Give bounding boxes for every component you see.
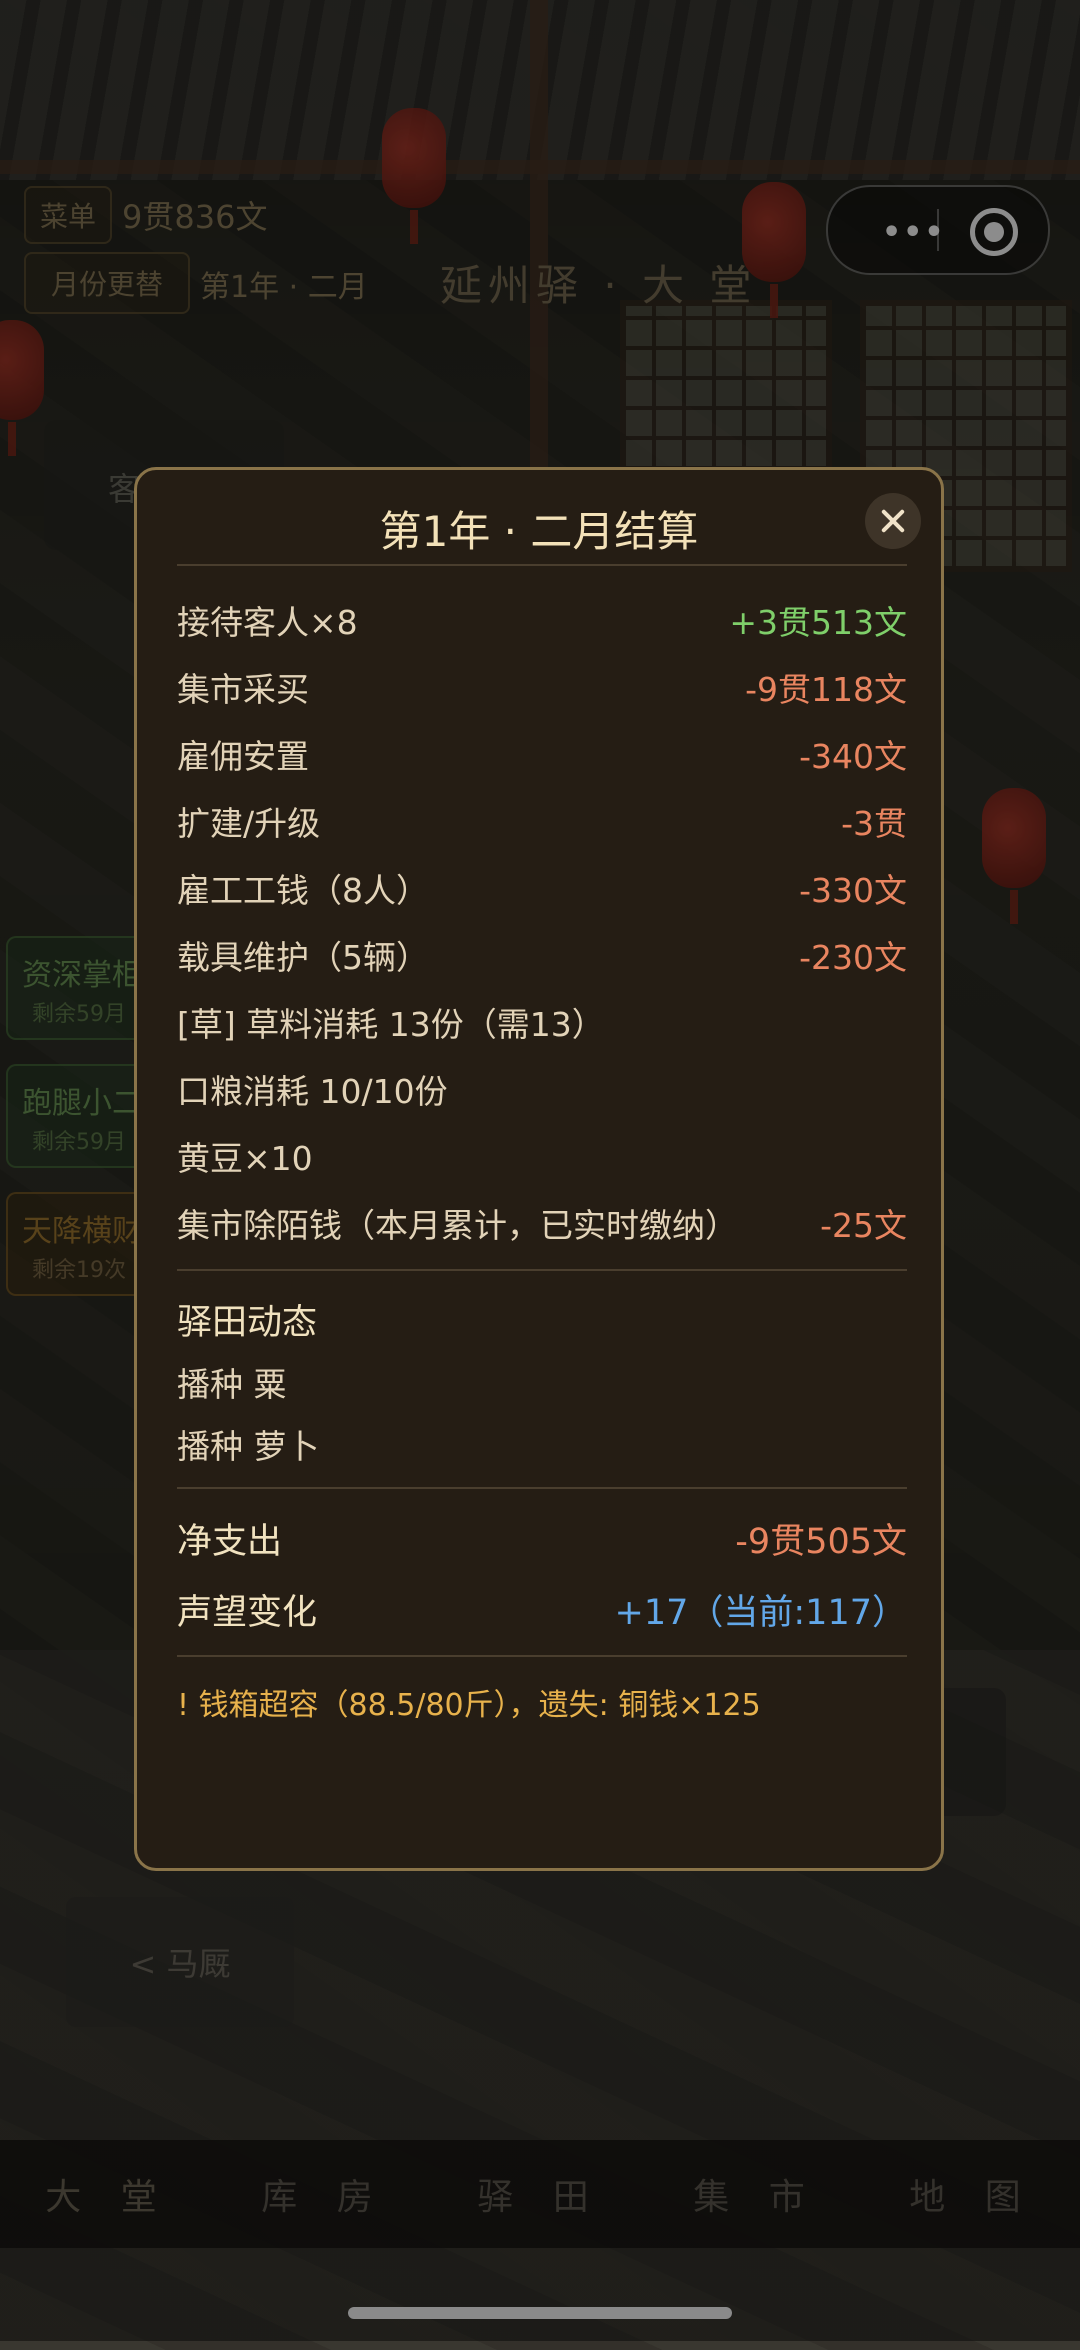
line-label: 集市除陌钱（本月累计，已实时缴纳）	[177, 1206, 738, 1245]
section-divider	[177, 1487, 907, 1489]
settlement-line: 扩建/升级 -3贯	[177, 797, 907, 847]
line-value: -25文	[820, 1206, 907, 1245]
settlement-line: 雇工工钱（8人） -330文	[177, 864, 907, 914]
close-icon[interactable]	[865, 493, 921, 549]
net-expense-row: 净支出 -9贯505文	[177, 1513, 907, 1563]
cashbox-warning: ! 钱箱超容（88.5/80斤），遗失: 铜钱×125	[177, 1688, 761, 1723]
line-label: 扩建/升级	[177, 804, 321, 843]
line-value: +3贯513文	[729, 603, 907, 642]
farm-line: 播种 萝卜	[177, 1420, 907, 1470]
home-indicator	[348, 2307, 732, 2319]
warning-divider	[177, 1655, 907, 1657]
reputation-row: 声望变化 +17（当前:117）	[177, 1584, 907, 1634]
farm-line-label: 播种 萝卜	[177, 1427, 320, 1466]
reputation-label: 声望变化	[177, 1593, 318, 1633]
line-label: 接待客人×8	[177, 603, 358, 642]
farm-line-label: 播种 粟	[177, 1365, 287, 1404]
line-label: [草] 草料消耗 13份（需13）	[177, 1005, 605, 1044]
line-label: 口粮消耗 10/10份	[177, 1072, 448, 1111]
line-value: -230文	[799, 938, 907, 977]
settlement-line: 口粮消耗 10/10份	[177, 1065, 907, 1115]
line-label: 雇工工钱（8人）	[177, 871, 429, 910]
title-divider	[177, 564, 907, 566]
settlement-line: 接待客人×8 +3贯513文	[177, 596, 907, 646]
settlement-line: 集市采买 -9贯118文	[177, 663, 907, 713]
net-expense-label: 净支出	[177, 1522, 283, 1562]
dialog-title: 第1年 · 二月结算	[379, 507, 699, 556]
net-expense-value: -9贯505文	[735, 1522, 907, 1562]
line-label: 集市采买	[177, 670, 309, 709]
settlement-dialog: 第1年 · 二月结算 接待客人×8 +3贯513文 集市采买 -9贯118文 雇…	[134, 467, 944, 1871]
settlement-line: [草] 草料消耗 13份（需13）	[177, 998, 907, 1048]
line-value: -3贯	[841, 804, 907, 843]
reputation-value: +17（当前:117）	[614, 1593, 907, 1633]
line-value: -9贯118文	[745, 670, 907, 709]
settlement-line: 雇佣安置 -340文	[177, 730, 907, 780]
farm-line: 播种 粟	[177, 1358, 907, 1408]
line-label: 雇佣安置	[177, 737, 309, 776]
settlement-line: 载具维护（5辆） -230文	[177, 931, 907, 981]
settlement-line: 集市除陌钱（本月累计，已实时缴纳） -25文	[177, 1199, 907, 1249]
line-value: -340文	[799, 737, 907, 776]
section-divider	[177, 1269, 907, 1271]
farm-section-title: 驿田动态	[177, 1303, 318, 1343]
line-label: 载具维护（5辆）	[177, 938, 429, 977]
settlement-line: 黄豆×10	[177, 1132, 907, 1182]
line-value: -330文	[799, 871, 907, 910]
line-label: 黄豆×10	[177, 1139, 313, 1178]
